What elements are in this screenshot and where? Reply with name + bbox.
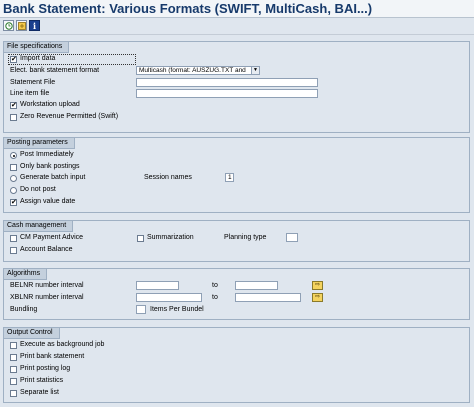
separate-list-label: Separate list [20, 389, 59, 396]
xblnr-label: XBLNR number interval [10, 294, 84, 301]
planning-type-label: Planning type [224, 234, 267, 241]
only-bank-postings-label: Only bank postings [20, 163, 80, 170]
print-statistics-label: Print statistics [20, 377, 64, 384]
belnr-label: BELNR number interval [10, 282, 84, 289]
cm-payment-advice-label: CM Payment Advice [20, 234, 84, 241]
xblnr-to-label: to [212, 294, 218, 301]
print-posting-log-label: Print posting log [20, 365, 71, 372]
assign-value-date-checkbox[interactable] [10, 198, 17, 206]
format-dropdown[interactable]: Multicash (format: AUSZUG.TXT and ▼ [136, 66, 260, 75]
belnr-to-label: to [212, 282, 218, 289]
xblnr-multiple-selection-icon[interactable]: ⇨ [312, 293, 323, 302]
session-names-input[interactable]: 1 [225, 173, 234, 182]
summarization-checkbox[interactable] [137, 235, 144, 242]
group-title-output-control: Output Control [4, 328, 60, 339]
format-label: Elect. bank statement format [10, 67, 100, 74]
items-per-bundle-label: Items Per Bundel [150, 306, 204, 313]
zero-revenue-label: Zero Revenue Permitted (Swift) [20, 113, 119, 120]
assign-value-date-label: Assign value date [20, 198, 76, 205]
page-title: Bank Statement: Various Formats (SWIFT, … [3, 1, 373, 16]
group-title-algorithms: Algorithms [4, 269, 48, 280]
separate-list-checkbox[interactable] [10, 390, 17, 397]
group-algorithms: Algorithms BELNR number interval to ⇨ XB… [3, 268, 470, 320]
print-statistics-checkbox[interactable] [10, 378, 17, 385]
statement-file-label: Statement File [10, 79, 56, 86]
bundling-input[interactable] [136, 305, 146, 314]
generate-batch-input-label: Generate batch input [20, 174, 86, 181]
only-bank-postings-checkbox[interactable] [10, 164, 17, 171]
group-cash-management: Cash management CM Payment Advice Summar… [3, 220, 470, 262]
import-data-checkbox[interactable] [10, 55, 17, 63]
bundling-label: Bundling [10, 306, 38, 313]
line-item-file-label: Line item file [10, 90, 50, 97]
account-balance-checkbox[interactable] [10, 247, 17, 254]
group-title-file-specifications: File specifications [4, 42, 70, 53]
format-value: Multicash (format: AUSZUG.TXT and [139, 67, 246, 74]
workstation-upload-label: Workstation upload [20, 101, 80, 108]
line-item-file-input[interactable] [136, 89, 318, 98]
print-bank-statement-checkbox[interactable] [10, 354, 17, 361]
xblnr-from-input[interactable] [136, 293, 202, 302]
execute-clock-icon[interactable] [3, 20, 14, 31]
post-immediately-radio[interactable] [10, 152, 17, 159]
summarization-label: Summarization [147, 234, 194, 241]
group-file-specifications: File specifications Import data Elect. b… [3, 41, 470, 133]
belnr-multiple-selection-icon[interactable]: ⇨ [312, 281, 323, 290]
statement-file-input[interactable] [136, 78, 318, 87]
import-data-label: Import data [20, 55, 56, 62]
xblnr-to-input[interactable] [235, 293, 301, 302]
dropdown-arrow-icon[interactable]: ▼ [251, 67, 259, 74]
print-bank-statement-label: Print bank statement [20, 353, 85, 360]
info-icon[interactable]: i [29, 20, 40, 31]
print-posting-log-checkbox[interactable] [10, 366, 17, 373]
account-balance-label: Account Balance [20, 246, 73, 253]
planning-type-input[interactable] [286, 233, 298, 242]
title-bar: Bank Statement: Various Formats (SWIFT, … [0, 0, 474, 18]
belnr-from-input[interactable] [136, 281, 179, 290]
execute-background-checkbox[interactable] [10, 342, 17, 349]
do-not-post-label: Do not post [20, 186, 56, 193]
group-title-posting-parameters: Posting parameters [4, 138, 75, 149]
belnr-to-input[interactable] [235, 281, 278, 290]
save-variant-icon[interactable] [16, 20, 27, 31]
generate-batch-input-radio[interactable] [10, 175, 17, 182]
session-names-label: Session names [144, 174, 192, 181]
workstation-upload-checkbox[interactable] [10, 101, 17, 109]
cm-payment-advice-checkbox[interactable] [10, 235, 17, 242]
group-title-cash-management: Cash management [4, 221, 74, 232]
execute-background-label: Execute as background job [20, 341, 105, 348]
group-posting-parameters: Posting parameters Post Immediately Only… [3, 137, 470, 213]
post-immediately-label: Post Immediately [20, 151, 74, 158]
application-toolbar: i [0, 18, 474, 35]
zero-revenue-checkbox[interactable] [10, 114, 17, 121]
group-output-control: Output Control Execute as background job… [3, 327, 470, 403]
do-not-post-radio[interactable] [10, 187, 17, 194]
